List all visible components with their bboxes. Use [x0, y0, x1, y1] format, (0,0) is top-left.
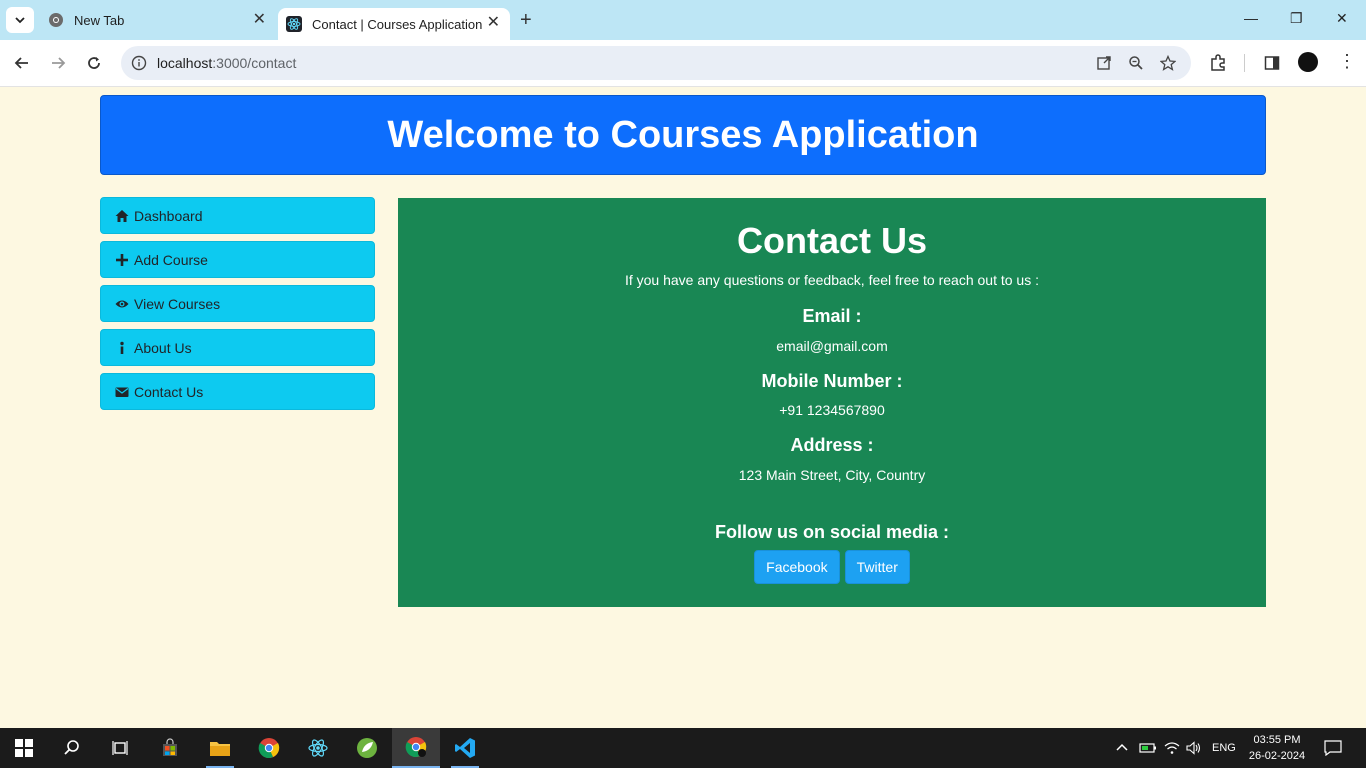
social-label: Follow us on social media :	[714, 522, 950, 542]
sidebar-item-about-us[interactable]: About Us	[100, 329, 375, 366]
home-icon	[115, 209, 129, 223]
contact-card: Contact Us If you have any questions or …	[398, 198, 1266, 607]
chevron-down-icon	[15, 17, 25, 24]
eye-icon	[115, 297, 129, 311]
sidebar-item-contact-us[interactable]: Contact Us	[100, 373, 375, 410]
windows-taskbar: ENG 03:55 PM 26-02-2024	[0, 728, 1366, 768]
page-title: Welcome to Courses Application	[387, 113, 979, 156]
vscode-icon[interactable]	[441, 728, 489, 768]
close-icon[interactable]: ✕	[253, 12, 266, 28]
tab-contact[interactable]: Contact | Courses Application ✕	[278, 8, 510, 40]
profile-avatar[interactable]	[1298, 52, 1318, 72]
battery-icon[interactable]	[1139, 728, 1157, 768]
info-icon	[115, 341, 129, 355]
side-panel-icon[interactable]	[1262, 53, 1282, 73]
back-arrow-icon[interactable]	[12, 53, 32, 73]
more-menu-icon[interactable]: ⋮	[1338, 52, 1356, 70]
contact-heading: Contact Us	[736, 220, 928, 261]
welcome-banner: Welcome to Courses Application	[100, 95, 1266, 175]
sidebar-item-view-courses[interactable]: View Courses	[100, 285, 375, 322]
twitter-button[interactable]: Twitter	[844, 550, 910, 584]
zoom-icon[interactable]	[1128, 55, 1144, 71]
email-label: Email :	[802, 306, 862, 326]
volume-icon[interactable]	[1186, 728, 1202, 768]
forward-arrow-icon[interactable]	[48, 53, 68, 73]
envelope-icon	[115, 385, 129, 399]
chrome-taskbar-icon[interactable]	[245, 728, 293, 768]
plus-icon	[115, 253, 129, 267]
file-explorer-icon[interactable]	[196, 728, 244, 768]
social-buttons: Facebook Twitter	[398, 550, 1266, 584]
tab-label: Contact | Courses Application	[312, 16, 483, 32]
tab-label: New Tab	[74, 12, 125, 28]
toolbar-divider	[1244, 54, 1245, 72]
browser-toolbar: localhost:3000/contact ⋮	[0, 40, 1366, 87]
sidebar-item-dashboard[interactable]: Dashboard	[100, 197, 375, 234]
extensions-icon[interactable]	[1208, 53, 1228, 73]
reload-icon[interactable]	[84, 53, 104, 73]
react-devtools-icon[interactable]	[294, 728, 342, 768]
sidebar-nav: Dashboard Add Course View Courses About …	[100, 197, 375, 417]
sidebar-item-label: View Courses	[134, 295, 221, 312]
tab-new-tab[interactable]: New Tab ✕	[40, 0, 276, 40]
clock-date: 26-02-2024	[1248, 750, 1306, 762]
restore-icon[interactable]: ❐	[1290, 10, 1303, 27]
windows-start-icon[interactable]	[0, 728, 48, 768]
sidebar-item-label: Dashboard	[134, 207, 203, 224]
star-icon[interactable]	[1159, 54, 1177, 71]
browser-tab-bar: New Tab ✕ Contact | Courses Application …	[0, 0, 1366, 40]
address-value: 123 Main Street, City, Country	[738, 467, 926, 483]
email-value: email@gmail.com	[776, 338, 888, 354]
task-view-icon[interactable]	[96, 728, 144, 768]
contact-intro: If you have any questions or feedback, f…	[624, 272, 1040, 288]
clock-time: 03:55 PM	[1253, 734, 1301, 746]
store-icon[interactable]	[146, 728, 194, 768]
sidebar-item-add-course[interactable]: Add Course	[100, 241, 375, 278]
facebook-button[interactable]: Facebook	[754, 550, 840, 584]
sidebar-item-label: About Us	[134, 339, 192, 356]
chrome-icon	[48, 12, 64, 28]
mobile-label: Mobile Number :	[761, 371, 903, 391]
address-bar[interactable]: localhost:3000/contact	[121, 46, 1191, 80]
search-icon[interactable]	[48, 728, 96, 768]
spring-tools-icon[interactable]	[343, 728, 391, 768]
sidebar-item-label: Add Course	[134, 251, 208, 268]
sidebar-item-label: Contact Us	[134, 383, 204, 400]
notification-icon[interactable]	[1324, 728, 1342, 768]
system-clock[interactable]: 03:55 PM 26-02-2024	[1236, 732, 1318, 764]
window-close-icon[interactable]: ✕	[1336, 10, 1348, 27]
wifi-icon[interactable]	[1164, 728, 1180, 768]
url-text: localhost:3000/contact	[157, 55, 297, 71]
address-label: Address :	[790, 435, 874, 455]
mobile-value: +91 1234567890	[779, 402, 885, 418]
tray-chevron-icon[interactable]	[1116, 728, 1128, 768]
site-info-icon[interactable]	[131, 55, 147, 76]
new-tab-icon[interactable]: +	[520, 10, 532, 30]
react-icon	[286, 16, 302, 32]
minimize-icon[interactable]: —	[1244, 10, 1258, 26]
open-in-app-icon[interactable]	[1096, 55, 1112, 71]
tab-search-button[interactable]	[6, 7, 34, 33]
language-indicator[interactable]: ENG	[1212, 728, 1236, 768]
close-icon[interactable]: ✕	[487, 15, 500, 31]
chrome-active-taskbar-icon[interactable]	[392, 728, 440, 768]
